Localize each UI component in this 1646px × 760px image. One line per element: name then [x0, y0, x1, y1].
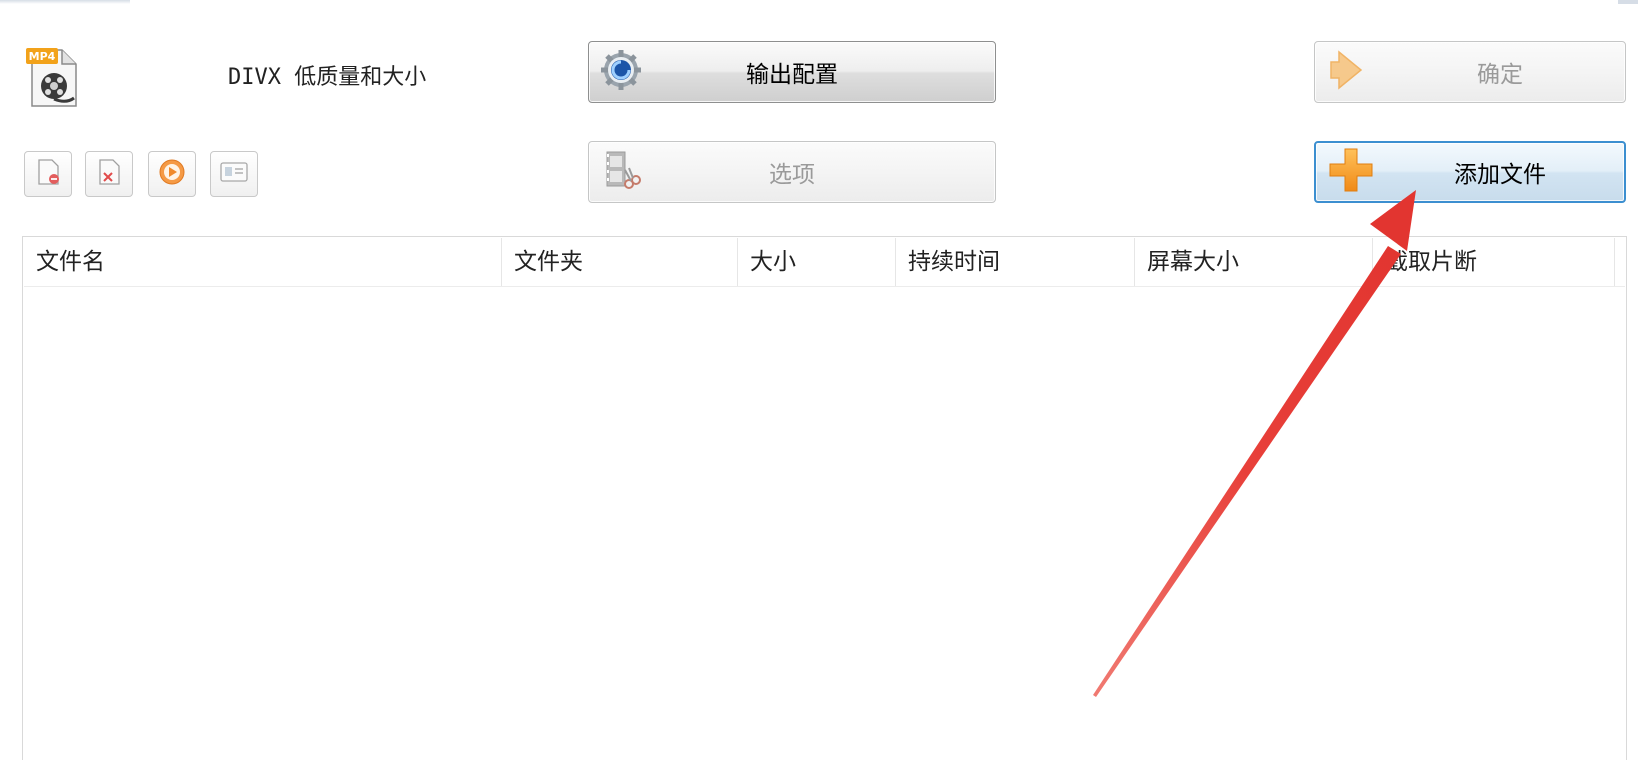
column-header-filename[interactable]: 文件名 — [24, 238, 502, 286]
options-label: 选项 — [769, 162, 815, 188]
ok-button[interactable]: 确定 — [1314, 41, 1626, 103]
column-header-clip[interactable]: 截取片断 — [1373, 238, 1615, 286]
window-edge — [0, 0, 130, 4]
window-edge — [1618, 0, 1638, 4]
svg-text:MP4: MP4 — [29, 50, 56, 63]
converter-window: MP4 DIVX 低质量和大小 输出配置 确定 选项 添加文件 文件名 文件夹 … — [0, 0, 1646, 760]
profile-label: DIVX 低质量和大小 — [228, 65, 427, 90]
output-config-button[interactable]: 输出配置 — [588, 41, 996, 103]
remove-file-icon — [33, 157, 63, 191]
media-info-button[interactable] — [210, 151, 258, 197]
clear-list-button[interactable] — [85, 151, 133, 197]
column-header-screen-size[interactable]: 屏幕大小 — [1135, 238, 1373, 286]
remove-file-button[interactable] — [24, 151, 72, 197]
play-button[interactable] — [148, 151, 196, 197]
play-icon — [157, 157, 187, 191]
column-header-duration[interactable]: 持续时间 — [896, 238, 1135, 286]
file-list-header: 文件名 文件夹 大小 持续时间 屏幕大小 截取片断 — [24, 238, 1625, 287]
column-header-folder[interactable]: 文件夹 — [502, 238, 738, 286]
options-button[interactable]: 选项 — [588, 141, 996, 203]
ok-label: 确定 — [1477, 62, 1523, 88]
output-config-label: 输出配置 — [746, 62, 838, 88]
mp4-file-icon: MP4 — [26, 46, 80, 110]
media-info-icon — [218, 157, 250, 191]
column-header-size[interactable]: 大小 — [738, 238, 896, 286]
file-list[interactable]: 文件名 文件夹 大小 持续时间 屏幕大小 截取片断 — [22, 236, 1627, 760]
add-file-button[interactable]: 添加文件 — [1314, 141, 1626, 203]
add-file-label: 添加文件 — [1454, 162, 1546, 188]
clear-list-icon — [94, 157, 124, 191]
